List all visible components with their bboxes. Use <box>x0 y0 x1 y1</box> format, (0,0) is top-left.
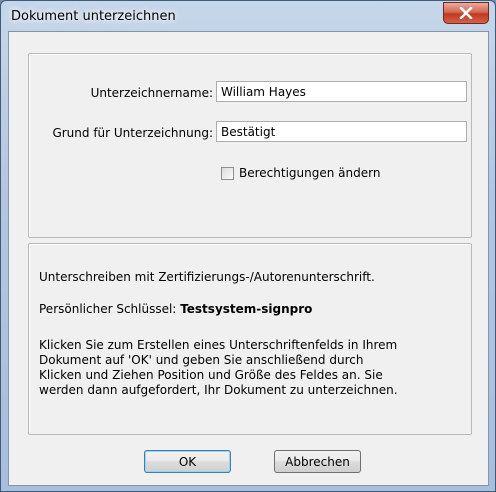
key-line: Persönlicher Schlüssel: Testsystem-signp… <box>39 302 312 316</box>
dialog-client-area: Unterzeichnername: Grund für Unterzeichn… <box>8 31 489 486</box>
instructions-line: Klicken und Ziehen Position und Größe de… <box>39 368 383 382</box>
info-group: Unterschreiben mit Zertifizierungs-/Auto… <box>28 243 472 435</box>
permissions-checkbox-label: Berechtigungen ändern <box>239 166 381 180</box>
instructions-line: werden dann aufgefordert, Ihr Dokument z… <box>39 383 398 397</box>
reason-label: Grund für Unterzeichnung: <box>52 126 213 140</box>
key-value: Testsystem-signpro <box>180 302 313 316</box>
ok-button[interactable]: OK <box>144 450 231 473</box>
reason-field[interactable] <box>216 121 467 142</box>
instructions-text: Klicken Sie zum Erstellen eines Untersch… <box>39 338 398 398</box>
close-icon <box>459 7 473 19</box>
sign-type-text: Unterschreiben mit Zertifizierungs-/Auto… <box>39 270 375 284</box>
key-label: Persönlicher Schlüssel: <box>39 302 177 316</box>
dialog-window: Dokument unterzeichnen Unterzeichnername… <box>0 0 496 492</box>
cancel-button[interactable]: Abbrechen <box>274 450 361 473</box>
signer-name-field[interactable] <box>216 81 467 102</box>
signer-name-label: Unterzeichnername: <box>90 86 213 100</box>
instructions-line: Dokument auf 'OK' und geben Sie anschlie… <box>39 353 364 367</box>
close-button[interactable] <box>443 2 489 24</box>
title-bar[interactable]: Dokument unterzeichnen <box>1 1 495 33</box>
permissions-checkbox[interactable]: Berechtigungen ändern <box>221 166 380 180</box>
signer-group: Unterzeichnername: Grund für Unterzeichn… <box>28 53 472 238</box>
window-title: Dokument unterzeichnen <box>11 9 176 24</box>
checkbox-box[interactable] <box>221 166 234 180</box>
instructions-line: Klicken Sie zum Erstellen eines Untersch… <box>39 338 398 352</box>
